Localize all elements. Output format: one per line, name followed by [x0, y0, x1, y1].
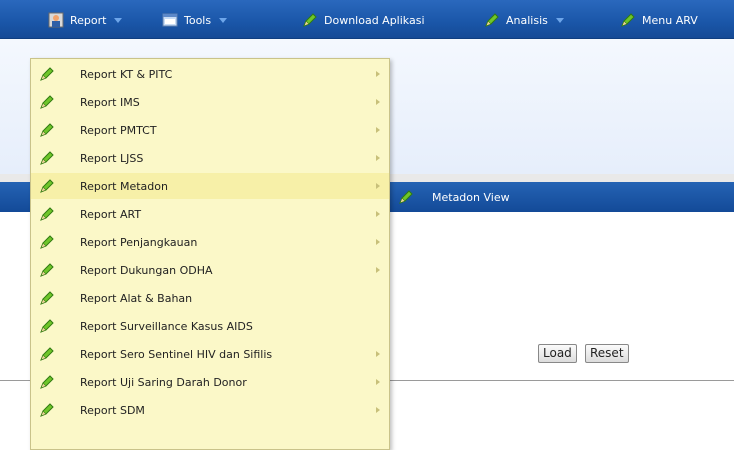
pencil-icon	[40, 179, 54, 193]
chevron-down-icon	[114, 17, 123, 23]
menu-item-report-surveillance-aids[interactable]: Report Surveillance Kasus AIDS	[31, 313, 389, 339]
chevron-right-icon	[376, 183, 380, 189]
chevron-right-icon	[376, 267, 380, 273]
chevron-right-icon	[376, 239, 380, 245]
menu-item-report-penjangkauan[interactable]: Report Penjangkauan	[31, 229, 389, 255]
menu-analisis[interactable]: Analisis	[484, 10, 564, 30]
menu-arv[interactable]: Menu ARV	[620, 10, 698, 30]
menu-tools-label: Tools	[184, 13, 212, 27]
chevron-right-icon	[376, 155, 380, 161]
menu-item-report-alat-bahan[interactable]: Report Alat & Bahan	[31, 285, 389, 311]
menu-item-label: Report Penjangkauan	[80, 235, 198, 249]
pencil-icon	[40, 67, 54, 81]
pencil-icon	[40, 319, 54, 333]
load-button[interactable]: Load	[538, 344, 577, 363]
report-dropdown-menu: Report KT & PITC Report IMS Report PMTCT…	[30, 58, 390, 450]
chevron-right-icon	[376, 127, 380, 133]
menu-item-report-uji-saring[interactable]: Report Uji Saring Darah Donor	[31, 369, 389, 395]
chevron-right-icon	[376, 379, 380, 385]
menu-item-label: Report Metadon	[80, 179, 168, 193]
pencil-icon	[399, 190, 413, 204]
menu-item-label: Report SDM	[80, 403, 145, 417]
pencil-icon	[40, 95, 54, 109]
pencil-icon	[40, 291, 54, 305]
menu-item-report-sero-sentinel[interactable]: Report Sero Sentinel HIV dan Sifilis	[31, 341, 389, 367]
pencil-icon	[40, 123, 54, 137]
chevron-right-icon	[376, 99, 380, 105]
menu-download-label: Download Aplikasi	[324, 13, 425, 27]
menu-analisis-label: Analisis	[506, 13, 548, 27]
pencil-icon	[40, 347, 54, 361]
chevron-down-icon	[555, 17, 564, 23]
chevron-right-icon	[376, 71, 380, 77]
menu-item-label: Report Dukungan ODHA	[80, 263, 213, 277]
menu-item-label: Report Alat & Bahan	[80, 291, 193, 305]
tools-icon	[162, 13, 178, 27]
chevron-right-icon	[376, 351, 380, 357]
pencil-icon	[40, 207, 54, 221]
pencil-icon	[621, 13, 635, 27]
menu-item-label: Report IMS	[80, 95, 140, 109]
menu-arv-label: Menu ARV	[642, 13, 698, 27]
menu-item-report-ims[interactable]: Report IMS	[31, 89, 389, 115]
menu-item-label: Report LJSS	[80, 151, 144, 165]
pencil-icon	[40, 375, 54, 389]
report-icon	[48, 12, 64, 28]
menu-item-report-ljss[interactable]: Report LJSS	[31, 145, 389, 171]
menu-report[interactable]: Report	[48, 10, 123, 30]
submenu-item-label: Metadon View	[432, 190, 510, 204]
menu-item-report-pmtct[interactable]: Report PMTCT	[31, 117, 389, 143]
pencil-icon	[303, 13, 317, 27]
menu-item-report-metadon[interactable]: Report Metadon	[31, 173, 389, 199]
menu-item-label: Report Uji Saring Darah Donor	[80, 375, 247, 389]
menu-item-report-dukungan-odha[interactable]: Report Dukungan ODHA	[31, 257, 389, 283]
menu-item-label: Report ART	[80, 207, 142, 221]
menu-download-aplikasi[interactable]: Download Aplikasi	[302, 10, 425, 30]
menu-item-report-sdm[interactable]: Report SDM	[31, 397, 389, 423]
menu-item-label: Report PMTCT	[80, 123, 157, 137]
chevron-right-icon	[376, 211, 380, 217]
reset-button[interactable]: Reset	[585, 344, 629, 363]
menu-item-label: Report Surveillance Kasus AIDS	[80, 319, 253, 333]
submenu-item-metadon-view[interactable]: Metadon View	[398, 184, 510, 210]
menu-item-label: Report KT & PITC	[80, 67, 173, 81]
pencil-icon	[40, 235, 54, 249]
chevron-down-icon	[219, 17, 228, 23]
menu-item-report-art[interactable]: Report ART	[31, 201, 389, 227]
menu-report-label: Report	[70, 13, 107, 27]
menu-item-report-kt-pitc[interactable]: Report KT & PITC	[31, 61, 389, 87]
menu-tools[interactable]: Tools	[162, 10, 228, 30]
top-menubar: Report Tools Download Aplikasi Analisis …	[0, 0, 734, 39]
menu-item-label: Report Sero Sentinel HIV dan Sifilis	[80, 347, 273, 361]
pencil-icon	[40, 403, 54, 417]
pencil-icon	[40, 263, 54, 277]
pencil-icon	[485, 13, 499, 27]
chevron-right-icon	[376, 407, 380, 413]
pencil-icon	[40, 151, 54, 165]
